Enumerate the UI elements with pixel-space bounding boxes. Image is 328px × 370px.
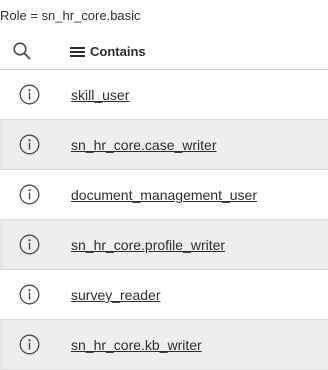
row-accent [0, 120, 3, 169]
row-accent [0, 220, 3, 269]
contains-label: Contains [90, 43, 146, 59]
contains-filter-button[interactable]: Contains [70, 42, 146, 60]
info-icon[interactable] [19, 184, 40, 205]
info-icon[interactable] [19, 334, 40, 355]
list-item: sn_hr_core.profile_writer [0, 220, 328, 270]
role-link[interactable]: skill_user [71, 87, 129, 103]
role-link[interactable]: document_management_user [71, 187, 257, 203]
list-item: sn_hr_core.case_writer [0, 120, 328, 170]
list-item: survey_reader [0, 270, 328, 320]
related-list: skill_user sn_hr_core.case_writer docume… [0, 70, 328, 370]
hamburger-icon [70, 45, 85, 57]
role-link[interactable]: survey_reader [71, 287, 161, 303]
info-icon[interactable] [19, 234, 40, 255]
role-link[interactable]: sn_hr_core.kb_writer [71, 337, 202, 353]
info-icon[interactable] [19, 134, 40, 155]
row-accent [0, 320, 3, 369]
info-icon[interactable] [19, 284, 40, 305]
list-item: document_management_user [0, 170, 328, 220]
list-item: skill_user [0, 70, 328, 120]
breadcrumb[interactable]: Role = sn_hr_core.basic [0, 8, 141, 23]
role-link[interactable]: sn_hr_core.case_writer [71, 137, 217, 153]
role-link[interactable]: sn_hr_core.profile_writer [71, 237, 225, 253]
list-header-row: Contains [0, 33, 328, 70]
search-icon[interactable] [12, 41, 32, 61]
list-item: sn_hr_core.kb_writer [0, 320, 328, 370]
info-icon[interactable] [19, 84, 40, 105]
